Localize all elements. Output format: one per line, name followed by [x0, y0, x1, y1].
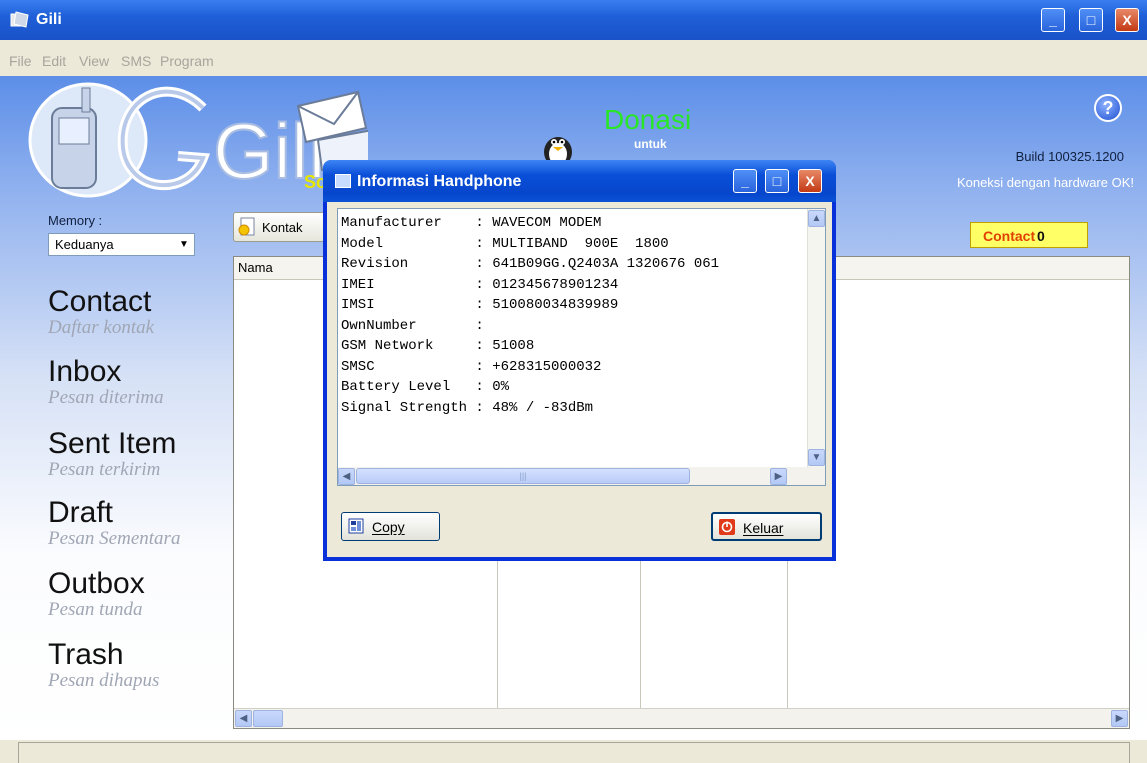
donasi-link[interactable]: Donasi — [604, 104, 691, 136]
memory-label: Memory : — [48, 213, 103, 228]
nav-sublabel: Daftar kontak — [48, 317, 155, 338]
keluar-label: Keluar — [743, 520, 784, 536]
dialog-close-button[interactable]: X — [798, 169, 822, 193]
minimize-button[interactable]: _ — [1041, 8, 1065, 32]
nav-sublabel: Pesan Sementara — [48, 528, 181, 549]
nav-label: Trash — [48, 638, 124, 671]
dialog-titlebar[interactable]: Informasi Handphone _ □ X — [323, 160, 836, 202]
nav-inbox[interactable]: Inbox Pesan diterima — [48, 356, 164, 408]
nav-label: Inbox — [48, 355, 122, 388]
dialog-title: Informasi Handphone — [357, 173, 522, 190]
kontak-label: Kontak — [262, 220, 303, 235]
scroll-thumb[interactable] — [253, 710, 283, 727]
status-bar — [18, 742, 1130, 763]
nav-label: Sent Item — [48, 427, 177, 460]
dialog-horizontal-scrollbar[interactable]: ◀ ||| ▶ — [338, 467, 825, 485]
scroll-right-icon[interactable]: ▶ — [770, 468, 787, 485]
menu-view[interactable]: View — [79, 53, 109, 69]
phone-info-text: Manufacturer : WAVECOM MODEM Model : MUL… — [341, 215, 720, 416]
close-button[interactable]: X — [1115, 8, 1139, 32]
kontak-button[interactable]: Kontak — [233, 212, 333, 242]
gili-logo: Gili Sc — [28, 82, 368, 198]
dialog-maximize-button[interactable]: □ — [765, 169, 789, 193]
scroll-left-icon[interactable]: ◀ — [338, 468, 355, 485]
menu-bar: File Edit View SMS Program — [0, 40, 1147, 76]
nav-outbox[interactable]: Outbox Pesan tunda — [48, 568, 145, 620]
vertical-scrollbar[interactable]: ▲ ▼ — [807, 209, 825, 468]
contact-count-badge: Contact 0 — [970, 222, 1088, 248]
info-dialog: Informasi Handphone _ □ X Manufacturer :… — [323, 160, 836, 561]
nav-label: Draft — [48, 496, 114, 529]
copy-label: Copy — [372, 519, 405, 535]
keluar-button[interactable]: Keluar — [711, 512, 822, 541]
nav-label: Contact — [48, 285, 152, 318]
app-titlebar: Gili _ □ X — [0, 0, 1147, 40]
column-header-nama[interactable]: Nama — [238, 260, 273, 275]
nav-label: Outbox — [48, 567, 145, 600]
scroll-up-icon[interactable]: ▲ — [808, 210, 825, 227]
scroll-right-icon[interactable]: ▶ — [1111, 710, 1128, 727]
app-title: Gili — [36, 11, 62, 28]
nav-sublabel: Pesan diterima — [48, 387, 164, 408]
nav-sublabel: Pesan dihapus — [48, 670, 160, 691]
connection-status: Koneksi dengan hardware OK! — [956, 175, 1134, 190]
copy-icon — [348, 518, 364, 534]
untuk-text: untuk — [634, 137, 667, 151]
dialog-minimize-button[interactable]: _ — [733, 169, 757, 193]
contact-badge-label: Contact — [983, 228, 1036, 244]
nav-contact[interactable]: Contact Daftar kontak — [48, 286, 154, 338]
dialog-body: Manufacturer : WAVECOM MODEM Model : MUL… — [327, 202, 832, 557]
scroll-down-icon[interactable]: ▼ — [808, 449, 825, 466]
nav-sublabel: Pesan terkirim — [48, 459, 161, 480]
copy-button[interactable]: Copy — [341, 512, 440, 541]
power-icon — [719, 519, 735, 535]
horizontal-scrollbar[interactable]: ◀ ▶ — [234, 708, 1129, 728]
nav-sent-item[interactable]: Sent Item Pesan terkirim — [48, 428, 176, 480]
memory-value: Keduanya — [55, 237, 114, 252]
maximize-button[interactable]: □ — [1079, 8, 1103, 32]
scroll-thumb[interactable]: ||| — [356, 468, 690, 484]
build-version: Build 100325.1200 — [1015, 149, 1124, 164]
new-contact-icon — [238, 217, 255, 236]
nav-sublabel: Pesan tunda — [48, 599, 143, 620]
nav-trash[interactable]: Trash Pesan dihapus — [48, 639, 159, 691]
chevron-down-icon[interactable]: ▼ — [176, 236, 192, 253]
gili-app-icon — [10, 11, 29, 28]
menu-sms[interactable]: SMS — [121, 53, 151, 69]
window-icon — [335, 174, 351, 188]
info-textarea[interactable]: Manufacturer : WAVECOM MODEM Model : MUL… — [337, 208, 826, 486]
help-icon[interactable]: ? — [1094, 94, 1122, 122]
menu-edit[interactable]: Edit — [42, 53, 66, 69]
nav-draft[interactable]: Draft Pesan Sementara — [48, 497, 180, 549]
contact-badge-count: 0 — [1037, 228, 1045, 244]
memory-dropdown[interactable]: Keduanya ▼ — [48, 233, 195, 256]
scroll-left-icon[interactable]: ◀ — [235, 710, 252, 727]
menu-file[interactable]: File — [9, 53, 32, 69]
menu-program[interactable]: Program — [160, 53, 214, 69]
